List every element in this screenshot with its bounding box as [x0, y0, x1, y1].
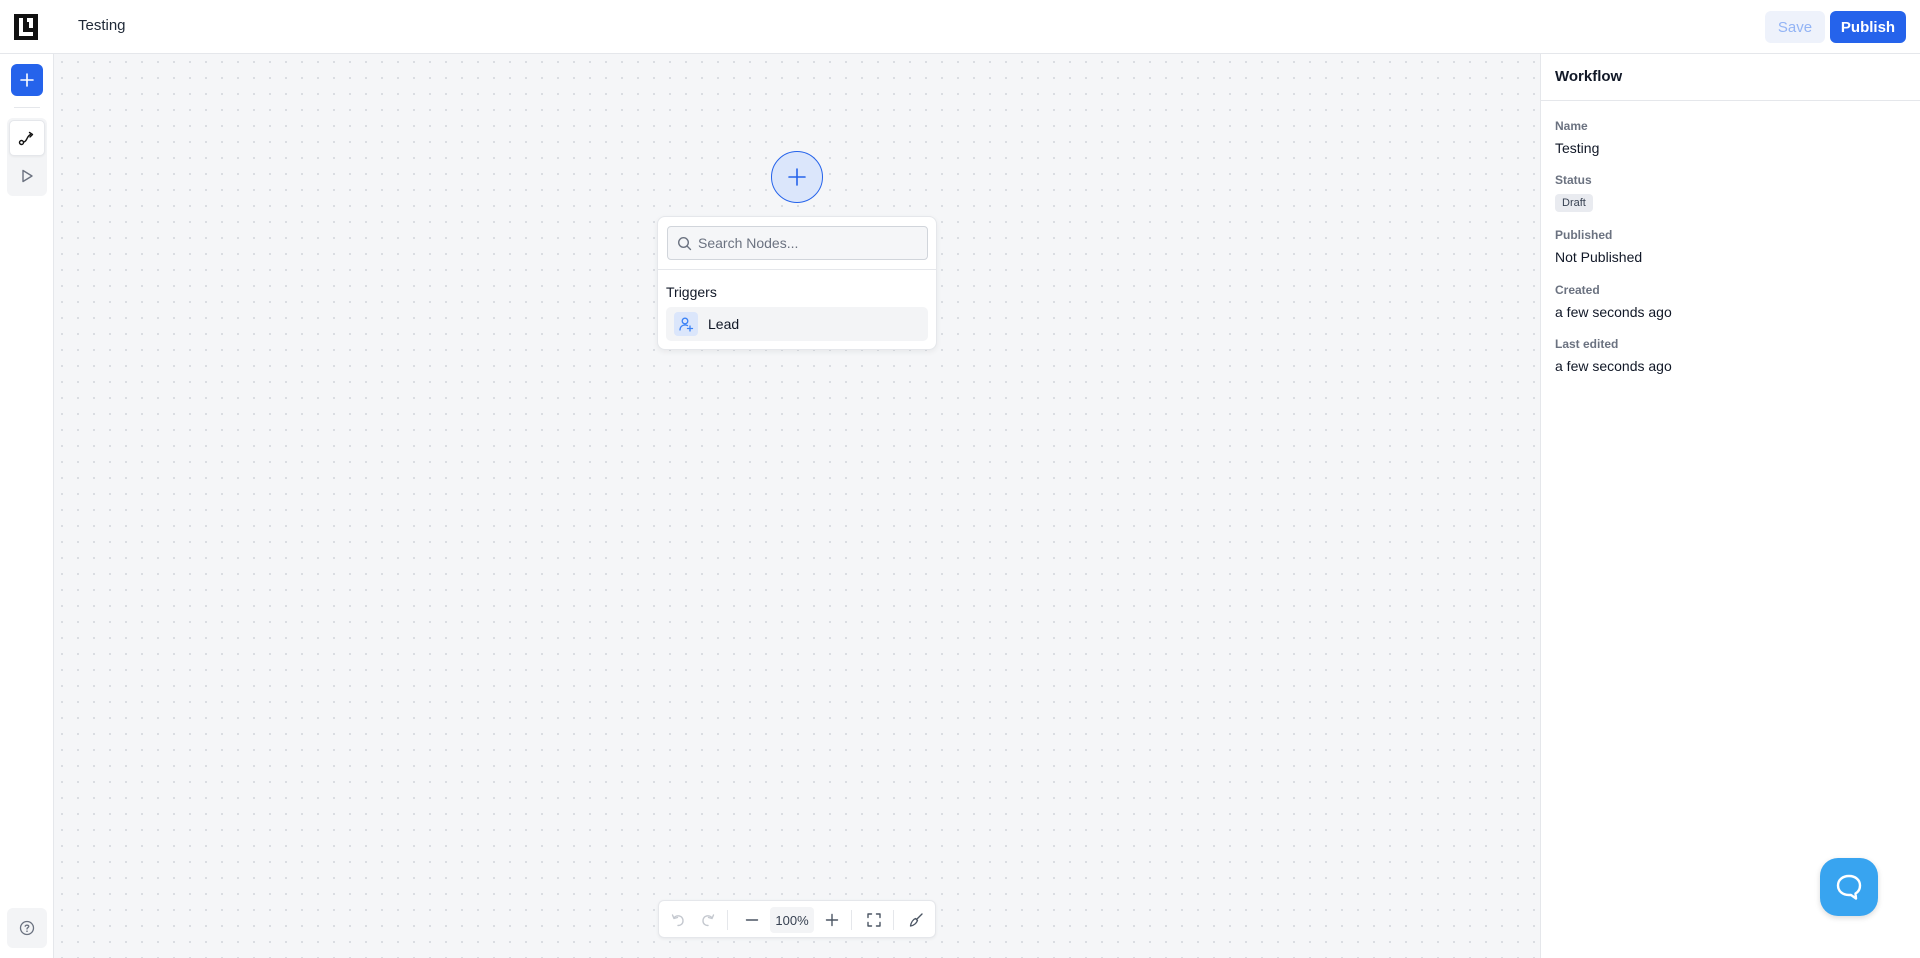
zoom-in-icon	[825, 913, 839, 927]
panel-title: Workflow	[1555, 68, 1623, 85]
canvas-controls: 100%	[658, 900, 936, 938]
undo-button[interactable]	[667, 909, 689, 931]
published-label: Published	[1555, 228, 1613, 242]
fit-view-button[interactable]	[863, 909, 885, 931]
name-label: Name	[1555, 119, 1588, 133]
controls-separator	[893, 910, 894, 930]
last-edited-label: Last edited	[1555, 337, 1619, 351]
created-value: a few seconds ago	[1555, 304, 1672, 320]
controls-separator	[727, 910, 728, 930]
clean-up-button[interactable]	[905, 909, 927, 931]
panel-divider	[1541, 100, 1920, 101]
top-bar: Testing Save Publish	[0, 0, 1920, 54]
zoom-in-button[interactable]	[821, 909, 843, 931]
zoom-level[interactable]: 100%	[770, 907, 814, 933]
workflow-canvas[interactable]: Triggers Lead	[54, 54, 1540, 958]
workflow-path-icon	[18, 131, 34, 146]
chat-support-button[interactable]	[1820, 858, 1878, 916]
controls-separator	[851, 910, 852, 930]
plus-icon	[20, 73, 34, 87]
sidebar-divider	[14, 107, 40, 108]
published-value: Not Published	[1555, 249, 1643, 265]
plus-icon	[788, 168, 806, 186]
help-circle-icon	[19, 920, 35, 936]
created-label: Created	[1555, 283, 1600, 297]
search-icon	[677, 236, 692, 251]
sidebar-tool-group	[7, 118, 47, 196]
user-plus-icon	[674, 312, 698, 336]
fit-view-icon	[867, 913, 881, 927]
save-button[interactable]: Save	[1765, 11, 1825, 43]
clean-up-icon	[909, 913, 923, 927]
redo-button[interactable]	[697, 909, 719, 931]
node-item-lead[interactable]: Lead	[666, 307, 928, 341]
node-search-input[interactable]	[698, 227, 923, 259]
page-title: Testing	[78, 17, 126, 34]
left-sidebar	[0, 54, 54, 958]
undo-icon	[671, 914, 684, 927]
add-first-node-button[interactable]	[771, 151, 823, 203]
run-workflow-button[interactable]	[9, 158, 45, 194]
help-button[interactable]	[7, 908, 47, 948]
publish-button[interactable]: Publish	[1830, 11, 1906, 43]
chat-bubble-icon	[1836, 874, 1862, 900]
zoom-out-icon	[745, 919, 759, 921]
workflow-details-panel: Workflow Name Testing Status Draft Publi…	[1540, 54, 1920, 958]
brand-logo-icon[interactable]	[14, 14, 38, 40]
workflow-editor-button[interactable]	[9, 120, 45, 156]
name-value: Testing	[1555, 140, 1600, 156]
redo-icon	[702, 914, 715, 927]
last-edited-value: a few seconds ago	[1555, 358, 1672, 374]
add-node-button[interactable]	[11, 64, 43, 96]
zoom-out-button[interactable]	[741, 909, 763, 931]
play-icon	[22, 169, 33, 183]
status-badge: Draft	[1555, 194, 1593, 212]
node-picker-popup: Triggers Lead	[657, 216, 937, 350]
triggers-section-label: Triggers	[666, 284, 717, 300]
node-search-box	[667, 226, 928, 260]
status-label: Status	[1555, 173, 1592, 187]
popup-divider	[658, 269, 936, 270]
node-item-label: Lead	[708, 316, 740, 332]
